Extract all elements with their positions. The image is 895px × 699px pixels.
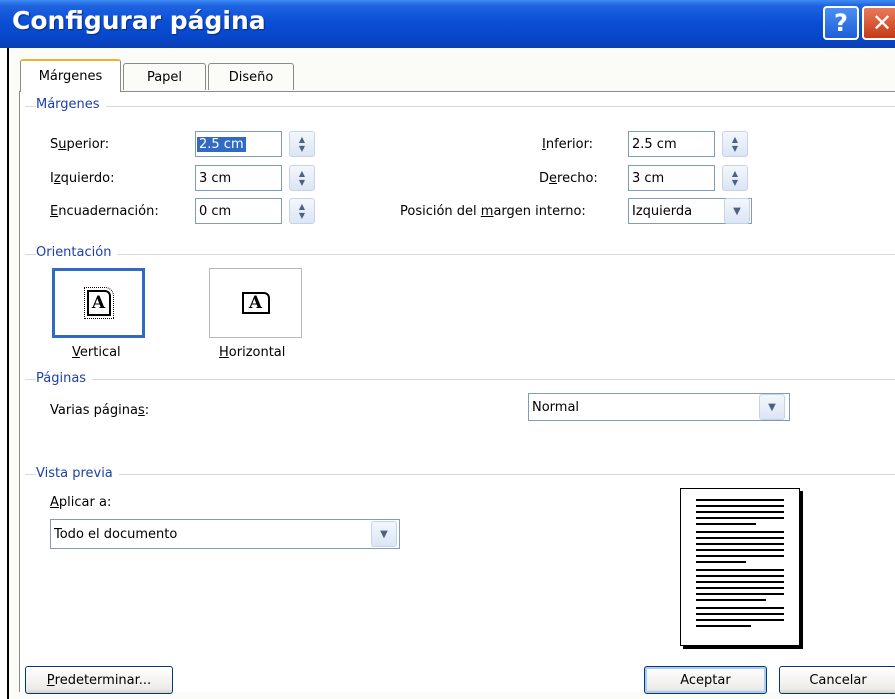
left-margin-label: Izquierdo: [50, 171, 115, 186]
group-divider [25, 474, 895, 475]
tab-label: Papel [146, 69, 183, 85]
window-title: Configurar página [12, 6, 266, 35]
preview-line [696, 581, 784, 583]
help-icon[interactable]: ? [823, 6, 859, 40]
left-margin-spin-icon[interactable]: ▲ ▼ [289, 165, 315, 191]
orientation-group-title: Orientación [36, 245, 118, 260]
right-margin-label: Derecho: [539, 171, 598, 186]
margins-group-title: Márgenes [36, 97, 106, 112]
preview-line [696, 511, 784, 513]
top-margin-value: 2.5 cm [197, 136, 246, 152]
tab-papel[interactable]: Papel [123, 63, 206, 90]
preview-line [696, 575, 784, 577]
page-icon: A [83, 287, 114, 319]
left-margin-field[interactable]: 3 cm [195, 165, 282, 191]
multiple-pages-value: Normal [532, 399, 580, 415]
preview-line [696, 569, 784, 571]
preview-line [696, 543, 784, 545]
apply-to-label: Aplicar a: [50, 495, 112, 510]
ok-button[interactable]: Aceptar [644, 666, 767, 694]
orientation-vertical-button[interactable]: A [52, 268, 145, 338]
apply-to-select[interactable]: Todo el documento [50, 519, 400, 549]
preview-line [696, 499, 784, 501]
preview-line [696, 599, 766, 601]
bottom-margin-field[interactable]: 2.5 cm [628, 131, 715, 157]
vertical-label: Vertical [72, 345, 121, 360]
preview-line [696, 561, 746, 563]
bottom-margin-value: 2.5 cm [632, 136, 677, 152]
orientation-horizontal-button[interactable]: A [209, 268, 302, 338]
preview-line [696, 587, 784, 589]
right-margin-spin-icon[interactable]: ▲ ▼ [722, 165, 748, 191]
preview-line [696, 593, 784, 595]
preview-group-title: Vista previa [36, 466, 119, 481]
preview-line [696, 523, 756, 525]
tab-margenes[interactable]: Márgenes [20, 59, 121, 92]
tab-label: Márgenes [38, 69, 103, 84]
top-margin-field[interactable]: 2.5 cm [195, 131, 282, 157]
right-margin-field[interactable]: 3 cm [628, 165, 715, 191]
preview-line [696, 613, 784, 615]
gutter-field[interactable]: 0 cm [195, 198, 282, 224]
gutter-label: Encuadernación: [50, 204, 159, 219]
pages-group-title: Páginas [36, 371, 93, 386]
page-icon: A [241, 292, 270, 314]
close-icon[interactable]: ✕ [862, 6, 895, 40]
preview-line [696, 537, 784, 539]
preview-line [696, 625, 751, 627]
gutter-position-value: Izquierda [632, 203, 693, 219]
bottom-margin-spin-icon[interactable]: ▲ ▼ [722, 131, 748, 157]
preview-line [696, 619, 784, 621]
group-divider [25, 106, 895, 107]
gutter-position-label: Posición del margen interno: [400, 204, 586, 219]
preview-line [696, 517, 784, 519]
horizontal-label: Horizontal [219, 345, 286, 360]
apply-to-value: Todo el documento [54, 526, 178, 542]
multiple-pages-select[interactable]: Normal [528, 393, 790, 421]
preview-line [696, 505, 784, 507]
left-margin-value: 3 cm [199, 170, 232, 186]
gutter-value: 0 cm [199, 203, 232, 219]
dialog-body: Márgenes Papel Diseño Márgenes Superior:… [7, 48, 895, 699]
multiple-pages-label: Varias páginas: [50, 403, 150, 418]
bottom-margin-label: Inferior: [542, 137, 594, 152]
preview-line [696, 555, 784, 557]
right-margin-value: 3 cm [632, 170, 665, 186]
title-bar: Configurar página ? ✕ [0, 0, 895, 48]
page-preview [680, 488, 800, 646]
chevron-down-icon[interactable]: ▼ [724, 198, 750, 224]
preview-line [696, 549, 784, 551]
default-button[interactable]: Predeterminar... [25, 666, 173, 694]
tab-diseno[interactable]: Diseño [208, 63, 294, 90]
preview-line [696, 531, 784, 533]
group-divider [25, 379, 895, 380]
chevron-down-icon[interactable]: ▼ [371, 521, 397, 547]
top-margin-spin-icon[interactable]: ▲ ▼ [289, 131, 315, 157]
tab-label: Diseño [228, 69, 274, 85]
chevron-down-icon[interactable]: ▼ [759, 394, 785, 420]
gutter-spin-icon[interactable]: ▲ ▼ [289, 198, 315, 224]
group-divider [25, 254, 895, 255]
cancel-button[interactable]: Cancelar [779, 666, 895, 694]
top-margin-label: Superior: [50, 137, 110, 152]
preview-line [696, 607, 784, 609]
